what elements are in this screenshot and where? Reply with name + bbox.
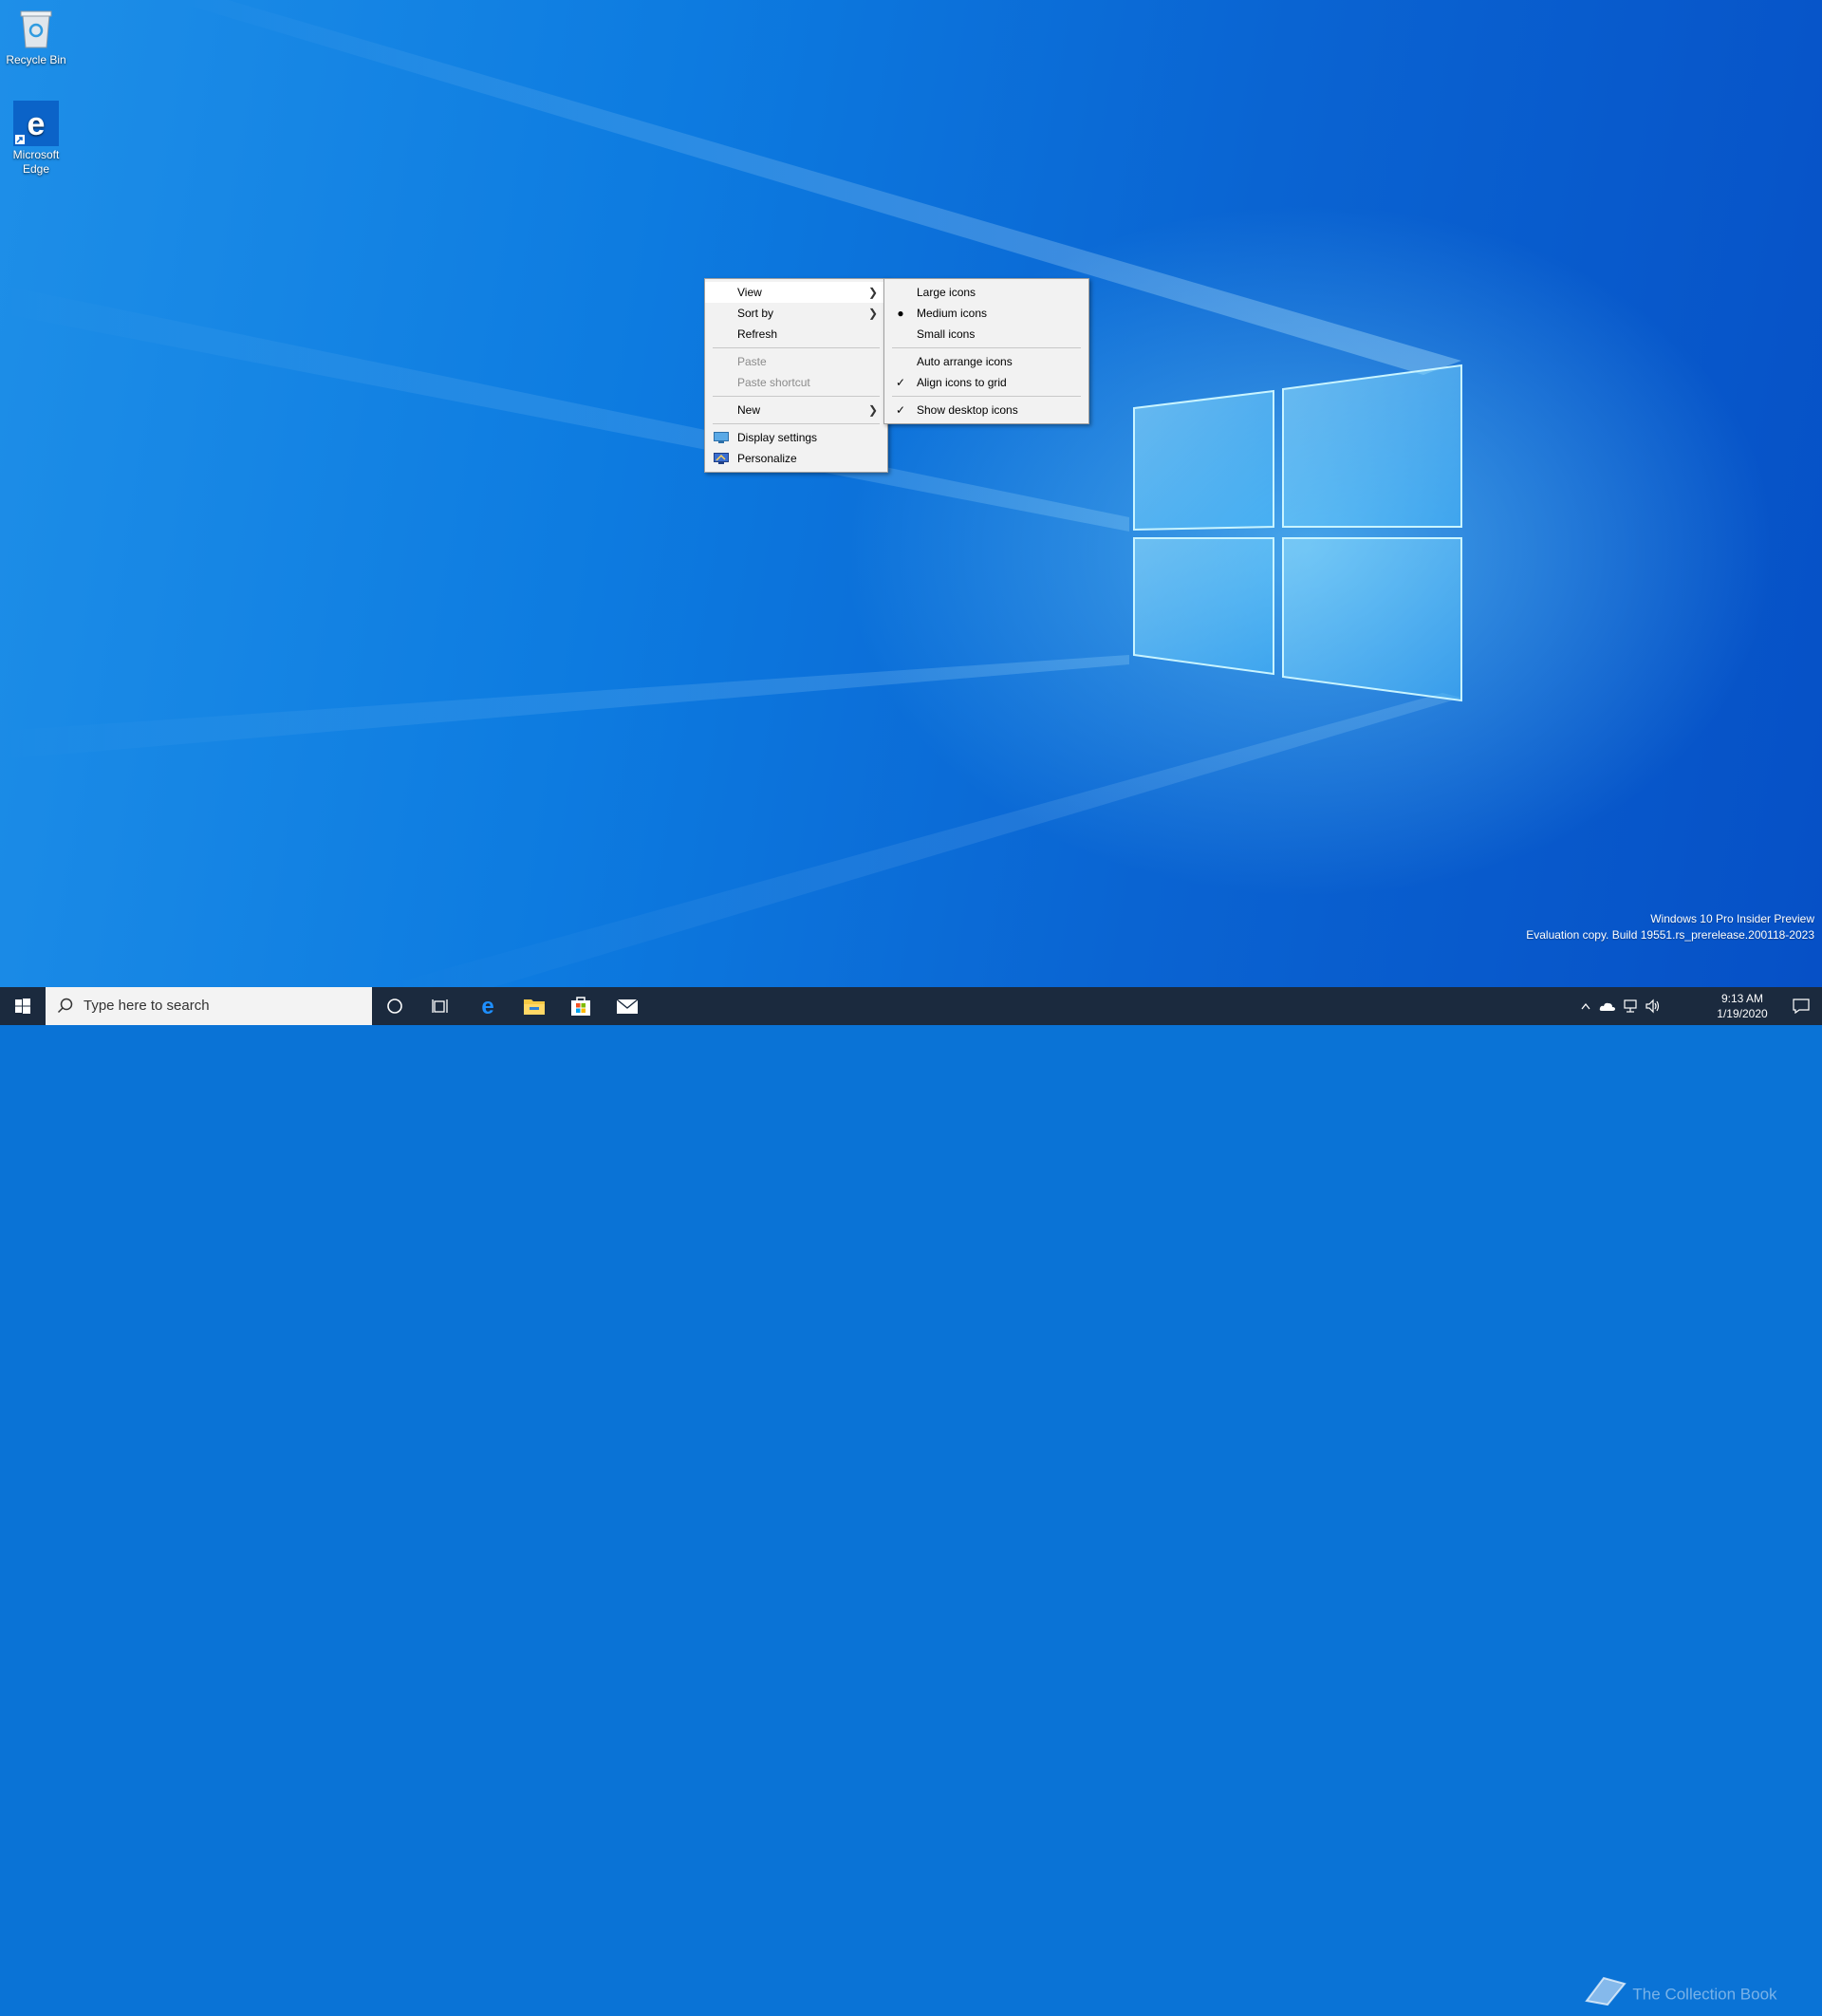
windows-logo-graphic	[1133, 364, 1462, 702]
chevron-right-icon: ❯	[867, 286, 878, 299]
menu-item-label: Auto arrange icons	[917, 355, 1013, 368]
menu-item-label: Large icons	[917, 286, 976, 299]
menu-item-view[interactable]: View ❯	[705, 282, 887, 303]
checkmark-icon: ✓	[895, 376, 906, 389]
menu-item-small-icons[interactable]: Small icons	[884, 324, 1088, 345]
collection-book-icon	[1583, 1974, 1628, 2016]
desktop-icon-recycle-bin[interactable]: Recycle Bin	[1, 6, 71, 67]
menu-item-label: Small icons	[917, 327, 976, 341]
clock-time: 9:13 AM	[1720, 992, 1764, 1005]
watermark-build: Evaluation copy. Build 19551.rs_prerelea…	[1526, 928, 1814, 942]
menu-item-refresh[interactable]: Refresh	[705, 324, 887, 345]
menu-item-label: Display settings	[737, 431, 818, 444]
taskbar-store-button[interactable]	[558, 987, 604, 1025]
notification-icon	[1793, 999, 1810, 1014]
task-view-button[interactable]	[418, 987, 463, 1025]
menu-item-personalize[interactable]: Personalize	[705, 448, 887, 469]
personalize-icon	[714, 453, 729, 464]
collection-book-watermark: The Collection Book	[1583, 1974, 1777, 2012]
desktop-icon-label: Recycle Bin	[6, 53, 66, 66]
start-button[interactable]	[0, 987, 46, 1025]
menu-separator	[713, 396, 880, 397]
mail-icon	[616, 999, 639, 1014]
menu-item-label: Align icons to grid	[917, 376, 1007, 389]
menu-item-display-settings[interactable]: Display settings	[705, 427, 887, 448]
collection-book-text: The Collection Book	[1632, 1985, 1777, 2004]
taskbar-file-explorer-button[interactable]	[511, 987, 557, 1025]
menu-separator	[892, 347, 1081, 348]
menu-item-new[interactable]: New ❯	[705, 400, 887, 420]
recycle-bin-icon	[13, 6, 59, 51]
taskbar: Type here to search e The Collection Boo…	[0, 987, 1822, 2007]
menu-item-label: Medium icons	[917, 307, 988, 320]
menu-item-sort-by[interactable]: Sort by ❯	[705, 303, 887, 324]
checkmark-icon: ✓	[895, 403, 906, 417]
chevron-up-icon	[1581, 1002, 1590, 1010]
menu-separator	[713, 423, 880, 424]
menu-separator	[892, 396, 1081, 397]
evaluation-watermark: Windows 10 Pro Insider Preview Evaluatio…	[1526, 911, 1814, 943]
chevron-right-icon: ❯	[867, 403, 878, 417]
menu-item-show-desktop-icons[interactable]: ✓ Show desktop icons	[884, 400, 1088, 420]
store-icon	[571, 997, 590, 1016]
search-placeholder: Type here to search	[84, 998, 210, 1014]
menu-item-label: New	[737, 403, 761, 417]
onedrive-icon	[1599, 1002, 1615, 1011]
menu-item-label: View	[737, 286, 762, 299]
taskbar-edge-button[interactable]: e	[465, 987, 511, 1025]
taskbar-search-box[interactable]: Type here to search	[46, 987, 372, 1025]
svg-text:e: e	[28, 106, 46, 142]
menu-item-label: Refresh	[737, 327, 778, 341]
edge-icon: e	[481, 995, 493, 1017]
network-icon	[1624, 999, 1637, 1013]
menu-item-large-icons[interactable]: Large icons	[884, 282, 1088, 303]
desktop-icon-label: Microsoft Edge	[12, 148, 60, 176]
edge-icon: e	[13, 101, 59, 146]
taskbar-clock[interactable]: 9:13 AM 1/19/2020	[1704, 991, 1780, 1021]
menu-item-label: Paste shortcut	[737, 376, 810, 389]
volume-icon	[1645, 999, 1660, 1014]
clock-date: 1/19/2020	[1717, 1007, 1768, 1020]
show-hidden-icons-button[interactable]	[1575, 987, 1596, 1025]
view-submenu: Large icons ● Medium icons Small icons A…	[883, 278, 1089, 424]
menu-item-label: Paste	[737, 355, 767, 368]
taskbar-mail-button[interactable]	[604, 987, 650, 1025]
menu-item-label: Show desktop icons	[917, 403, 1018, 417]
search-icon	[57, 998, 73, 1014]
display-settings-icon	[714, 432, 729, 443]
system-tray: 9:13 AM 1/19/2020	[1575, 987, 1822, 1025]
desktop-background[interactable]: Recycle Bin e Microsoft Edge View ❯ Sort…	[0, 0, 1822, 987]
cortana-icon	[387, 999, 402, 1014]
bullet-icon: ●	[897, 307, 904, 320]
desktop-icon-microsoft-edge[interactable]: e Microsoft Edge	[1, 101, 71, 177]
menu-item-align-icons-to-grid[interactable]: ✓ Align icons to grid	[884, 372, 1088, 393]
menu-item-medium-icons[interactable]: ● Medium icons	[884, 303, 1088, 324]
menu-item-auto-arrange-icons[interactable]: Auto arrange icons	[884, 351, 1088, 372]
menu-item-paste-shortcut[interactable]: Paste shortcut	[705, 372, 887, 393]
menu-item-label: Personalize	[737, 452, 797, 465]
windows-start-icon	[15, 999, 30, 1014]
watermark-edition: Windows 10 Pro Insider Preview	[1650, 912, 1814, 925]
cortana-button[interactable]	[372, 987, 418, 1025]
onedrive-button[interactable]	[1596, 987, 1619, 1025]
light-rays	[0, 0, 1461, 987]
menu-item-label: Sort by	[737, 307, 774, 320]
desktop-context-menu: View ❯ Sort by ❯ Refresh Paste Paste sho…	[704, 278, 888, 473]
svg-text:e: e	[481, 995, 493, 1017]
task-view-icon	[432, 999, 448, 1013]
menu-separator	[713, 347, 880, 348]
network-button[interactable]	[1619, 987, 1642, 1025]
file-explorer-icon	[524, 999, 545, 1015]
chevron-right-icon: ❯	[867, 307, 878, 320]
volume-button[interactable]	[1642, 987, 1664, 1025]
menu-item-paste[interactable]: Paste	[705, 351, 887, 372]
action-center-button[interactable]	[1786, 987, 1816, 1025]
